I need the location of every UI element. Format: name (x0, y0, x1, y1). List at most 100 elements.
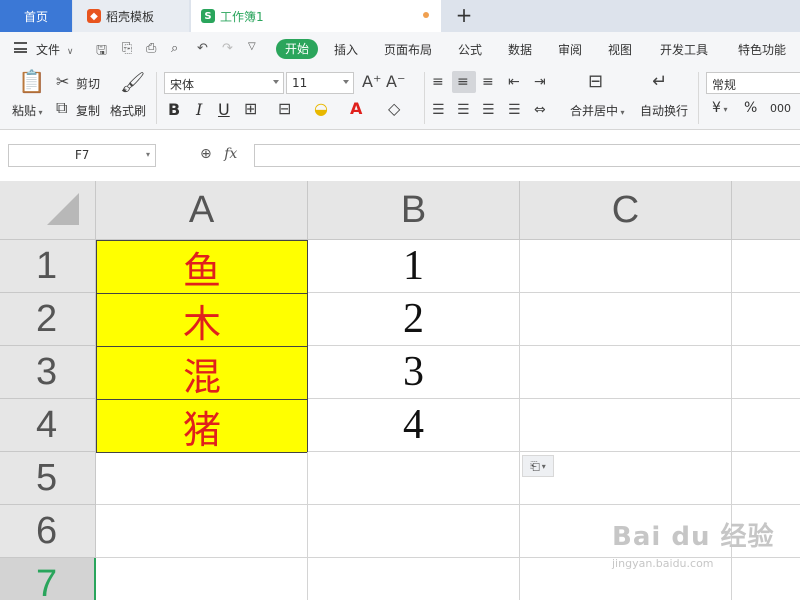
cut-button[interactable]: 剪切 (76, 75, 100, 92)
menu-data[interactable]: 数据 (508, 41, 532, 58)
increase-font-icon[interactable]: A⁺ (362, 74, 381, 90)
copy-icon[interactable]: ⧉ (56, 100, 67, 116)
cell-a1[interactable]: 鱼 (96, 240, 308, 294)
decrease-font-icon[interactable]: A⁻ (386, 74, 405, 90)
column-header-d[interactable] (732, 181, 800, 240)
align-right-icon[interactable]: ☰ (482, 102, 495, 118)
menu-view[interactable]: 视图 (608, 41, 632, 58)
zoom-icon[interactable]: ⊕ (200, 146, 212, 162)
fill-color-icon[interactable]: ◒ (314, 101, 328, 117)
name-box-dropdown-icon[interactable]: ▾ (146, 150, 150, 159)
row-header-5[interactable]: 5 (0, 452, 96, 505)
cell-a3[interactable]: 混 (96, 346, 308, 400)
bold-button[interactable]: B (168, 100, 180, 119)
merge-center-button[interactable]: 合并居中 ▾ (570, 102, 625, 119)
distributed-align-icon[interactable]: ⇔ (534, 102, 546, 118)
cell-d3[interactable] (732, 346, 800, 399)
row-header-1[interactable]: 1 (0, 240, 96, 293)
align-middle-icon[interactable]: ≡ (457, 74, 469, 90)
cell-d5[interactable] (732, 452, 800, 505)
menu-insert[interactable]: 插入 (334, 41, 358, 58)
cell-b6[interactable] (308, 505, 520, 558)
menu-start[interactable]: 开始 (276, 39, 318, 59)
align-top-icon[interactable]: ≡ (432, 74, 444, 90)
cell-c2[interactable] (520, 293, 732, 346)
fill-pattern-icon[interactable]: ⊟ (278, 101, 291, 117)
new-tab-button[interactable]: + (452, 4, 476, 28)
format-painter-icon[interactable]: 🖌 (120, 72, 145, 92)
undo-icon[interactable]: ↶ (197, 41, 208, 56)
align-left-icon[interactable]: ☰ (432, 102, 445, 118)
scissors-icon[interactable]: ✂ (56, 74, 69, 90)
cell-d2[interactable] (732, 293, 800, 346)
menu-review[interactable]: 审阅 (558, 41, 582, 58)
insert-function-button[interactable]: fx (224, 146, 237, 162)
decrease-indent-icon[interactable]: ⇤ (508, 74, 520, 90)
thousands-button[interactable]: 000 (770, 102, 791, 115)
menu-formulas[interactable]: 公式 (458, 41, 482, 58)
justify-icon[interactable]: ☰ (508, 102, 521, 118)
tab-workbook[interactable]: S 工作簿1 (191, 0, 441, 32)
border-icon[interactable]: ⊞ (244, 101, 257, 117)
paste-button[interactable]: 粘贴 ▾ (12, 102, 43, 119)
name-box[interactable]: F7 (8, 144, 156, 167)
paste-options-button[interactable]: ⎗ ▾ (522, 455, 554, 477)
tab-templates[interactable]: ◆ 稻壳模板 (73, 0, 189, 32)
menu-features[interactable]: 特色功能 (738, 41, 786, 58)
font-color-icon[interactable]: A (350, 101, 362, 117)
cell-a6[interactable] (96, 505, 308, 558)
cell-a2[interactable]: 木 (96, 293, 308, 347)
italic-button[interactable]: I (196, 100, 202, 119)
cell-b3[interactable]: 3 (308, 346, 520, 399)
tab-home[interactable]: 首页 (0, 0, 72, 32)
row-header-3[interactable]: 3 (0, 346, 96, 399)
row-header-2[interactable]: 2 (0, 293, 96, 346)
wrap-text-icon[interactable]: ↵ (652, 73, 667, 91)
cell-b7[interactable] (308, 558, 520, 600)
formula-input[interactable] (254, 144, 800, 167)
cell-c3[interactable] (520, 346, 732, 399)
row-header-7[interactable]: 7 (0, 558, 96, 600)
row-header-6[interactable]: 6 (0, 505, 96, 558)
align-center-icon[interactable]: ☰ (457, 102, 470, 118)
hamburger-icon[interactable] (14, 42, 27, 53)
cell-b4[interactable]: 4 (308, 399, 520, 452)
cell-b2[interactable]: 2 (308, 293, 520, 346)
currency-button[interactable]: ¥ ▾ (712, 100, 727, 116)
percent-button[interactable]: % (744, 100, 757, 116)
print-preview-icon[interactable]: ⌕ (171, 41, 178, 56)
wrap-text-button[interactable]: 自动换行 (640, 102, 688, 119)
increase-indent-icon[interactable]: ⇥ (534, 74, 546, 90)
font-name-select[interactable]: 宋体 (164, 72, 284, 94)
menu-file[interactable]: 文件 ∨ (36, 41, 73, 58)
copy-button[interactable]: 复制 (76, 102, 100, 119)
cell-b5[interactable] (308, 452, 520, 505)
cell-a7[interactable] (96, 558, 308, 600)
redo-icon[interactable]: ↷ (222, 41, 233, 56)
column-header-b[interactable]: B (308, 181, 520, 240)
cell-c1[interactable] (520, 240, 732, 293)
cell-b1[interactable]: 1 (308, 240, 520, 293)
column-header-a[interactable]: A (96, 181, 308, 240)
number-format-select[interactable]: 常规 (706, 72, 800, 94)
quick-access-dropdown-icon[interactable]: ▽ (248, 41, 256, 52)
cell-a4[interactable]: 猪 (96, 399, 308, 453)
font-size-select[interactable]: 11 (286, 72, 354, 94)
print-icon[interactable]: ⎙ (146, 41, 156, 56)
select-all-corner[interactable] (0, 181, 96, 240)
cell-d1[interactable] (732, 240, 800, 293)
paste-icon[interactable]: 📋 (18, 72, 45, 94)
merge-cells-icon[interactable]: ⊟ (588, 73, 603, 91)
format-painter-button[interactable]: 格式刷 (110, 102, 146, 119)
column-header-c[interactable]: C (520, 181, 732, 240)
cell-a5[interactable] (96, 452, 308, 505)
cell-c4[interactable] (520, 399, 732, 452)
save-icon[interactable]: 🖫 (96, 41, 107, 63)
menu-developer[interactable]: 开发工具 (660, 41, 708, 58)
clear-format-icon[interactable]: ◇ (388, 101, 400, 117)
row-header-4[interactable]: 4 (0, 399, 96, 452)
export-icon[interactable]: ⎘ (122, 41, 132, 56)
align-bottom-icon[interactable]: ≡ (482, 74, 494, 90)
cell-d4[interactable] (732, 399, 800, 452)
menu-page-layout[interactable]: 页面布局 (384, 41, 432, 58)
